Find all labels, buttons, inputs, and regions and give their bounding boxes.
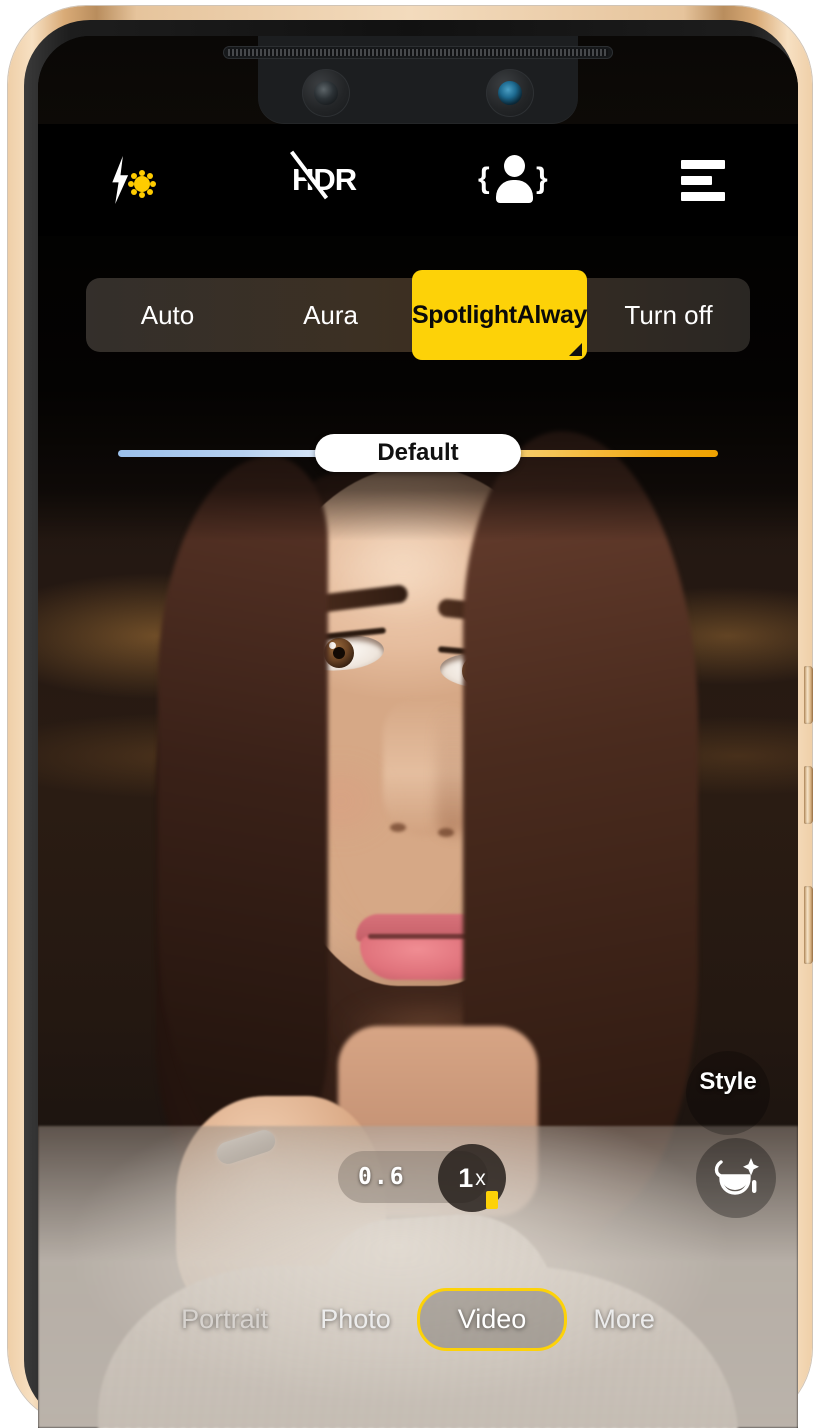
front-camera-right-icon [486, 69, 534, 117]
lighting-option-auto[interactable]: Auto [86, 278, 249, 352]
beauty-effect-icon [714, 1158, 759, 1195]
stabilization-icon: { } [478, 154, 548, 206]
zoom-level-0.6x-button[interactable]: 0.6 [358, 1165, 406, 1189]
lighting-option-label: SpotlightAlway [412, 300, 587, 329]
stabilization-button[interactable]: { } [418, 124, 608, 236]
subject-nostril-right [438, 828, 454, 837]
lighting-mode-bar[interactable]: Auto Aura SpotlightAlway Turn off [86, 270, 750, 360]
lighting-option-label: Aura [303, 300, 358, 330]
hdr-off-icon: HDR [286, 150, 357, 203]
tone-slider-thumb[interactable]: Default [315, 434, 521, 472]
camera-mode-label: Video [457, 1303, 527, 1334]
lighting-option-turn-off[interactable]: Turn off [587, 278, 750, 352]
front-camera-left-icon [302, 69, 350, 117]
camera-mode-tab-portrait[interactable]: Portrait [155, 1303, 294, 1334]
flash-button[interactable] [38, 124, 228, 236]
subject-pupil-left [333, 647, 345, 659]
camera-mode-tab-more[interactable]: More [567, 1303, 681, 1334]
tone-slider[interactable]: Default [118, 434, 718, 472]
earpiece-speaker-grille [223, 46, 613, 59]
expand-corner-icon [569, 343, 582, 356]
volume-up-button[interactable] [804, 666, 813, 724]
camera-mode-label: Portrait [181, 1303, 269, 1334]
camera-viewfinder[interactable] [38, 36, 798, 1428]
camera-top-bar: HDR { } [38, 124, 798, 236]
power-button[interactable] [804, 886, 813, 964]
lighting-option-aura[interactable]: Aura [249, 278, 412, 352]
menu-icon [681, 159, 725, 201]
phone-screen: HDR { } Auto Aura SpotlightAlway Turn of… [38, 36, 798, 1428]
volume-down-button[interactable] [804, 766, 813, 824]
flash-auto-icon [104, 154, 162, 206]
lighting-option-label: Auto [140, 300, 195, 330]
lighting-option-label: Turn off [624, 300, 713, 330]
beauty-effect-button[interactable] [696, 1138, 776, 1218]
subject-nostril-left [390, 823, 406, 832]
style-button-label: Style [699, 1068, 757, 1095]
zoom-selected-indicator [486, 1191, 498, 1209]
subject-catchlight-left [329, 642, 336, 649]
zoom-level-1x-value: 1 [458, 1162, 474, 1193]
zoom-level-1x-suffix: x [475, 1166, 486, 1190]
camera-mode-tab-photo[interactable]: Photo [294, 1303, 417, 1334]
tone-slider-value-label: Default [377, 439, 459, 466]
subject-hair-front-left [158, 456, 328, 1156]
viewfinder-top-dim-overlay [38, 201, 798, 541]
menu-button[interactable] [608, 124, 798, 236]
hdr-button[interactable]: HDR [228, 124, 418, 236]
style-button[interactable]: Style [678, 1051, 778, 1135]
camera-mode-tab-video[interactable]: Video [416, 1287, 568, 1351]
lighting-option-spotlight-always[interactable]: SpotlightAlway [412, 270, 587, 360]
camera-mode-tabs: Portrait Photo Video More [38, 1287, 798, 1351]
camera-mode-label: More [593, 1303, 655, 1334]
phone-frame: HDR { } Auto Aura SpotlightAlway Turn of… [8, 6, 813, 1428]
camera-mode-label: Photo [320, 1303, 391, 1334]
